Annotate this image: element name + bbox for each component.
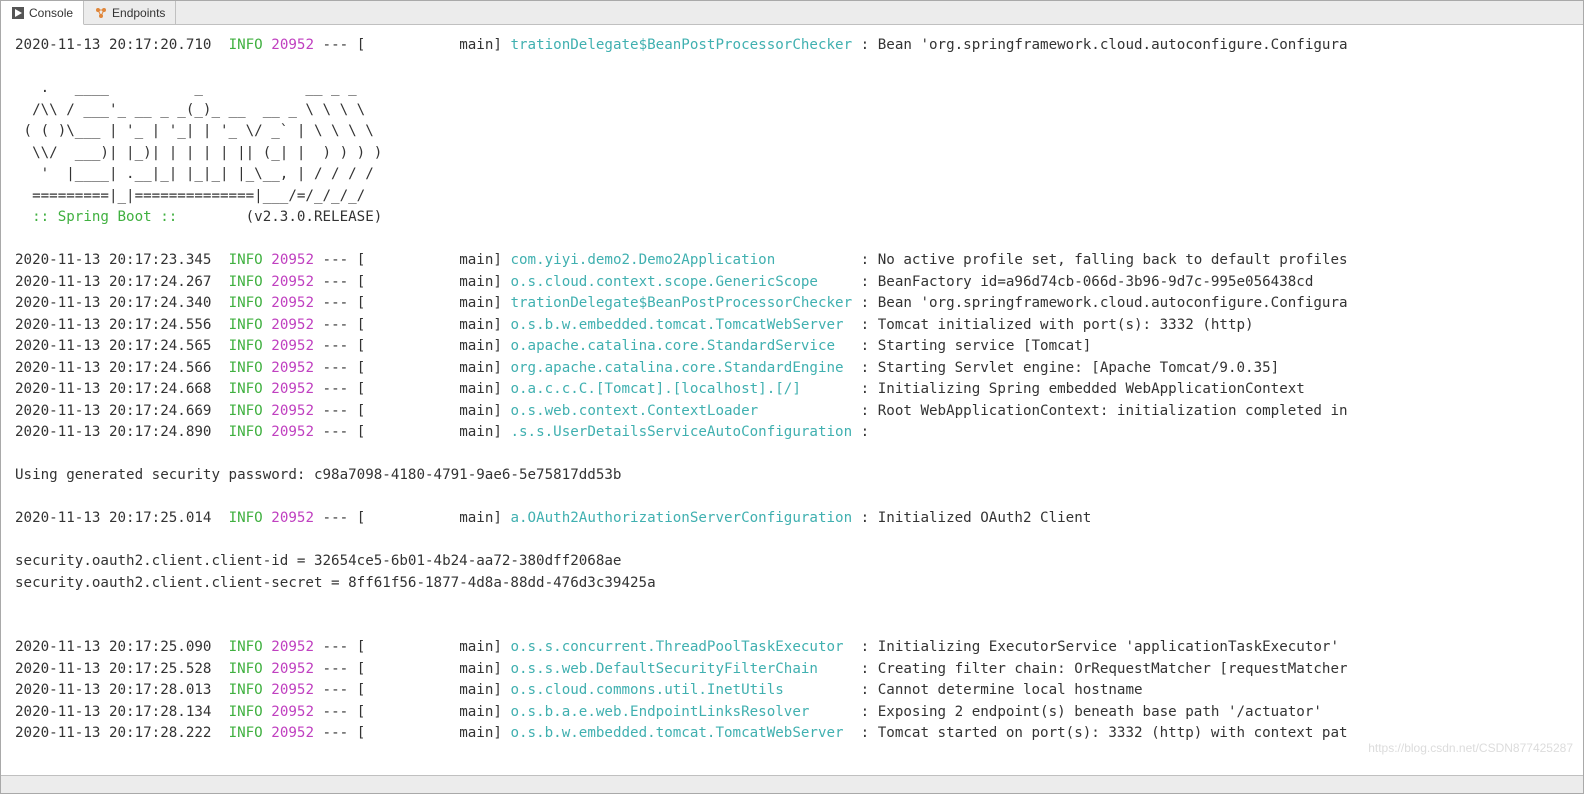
console-output[interactable]: 2020-11-13 20:17:20.710 INFO 20952 --- [… bbox=[1, 25, 1583, 755]
status-bar bbox=[1, 775, 1583, 793]
tab-endpoints[interactable]: Endpoints bbox=[84, 1, 176, 24]
tab-endpoints-label: Endpoints bbox=[112, 6, 165, 20]
tab-bar: Console Endpoints bbox=[1, 1, 1583, 25]
endpoints-icon bbox=[94, 6, 107, 19]
tab-console-label: Console bbox=[29, 6, 73, 20]
console-panel: 2020-11-13 20:17:20.710 INFO 20952 --- [… bbox=[1, 25, 1583, 775]
play-icon bbox=[11, 6, 24, 19]
tab-console[interactable]: Console bbox=[1, 1, 84, 25]
